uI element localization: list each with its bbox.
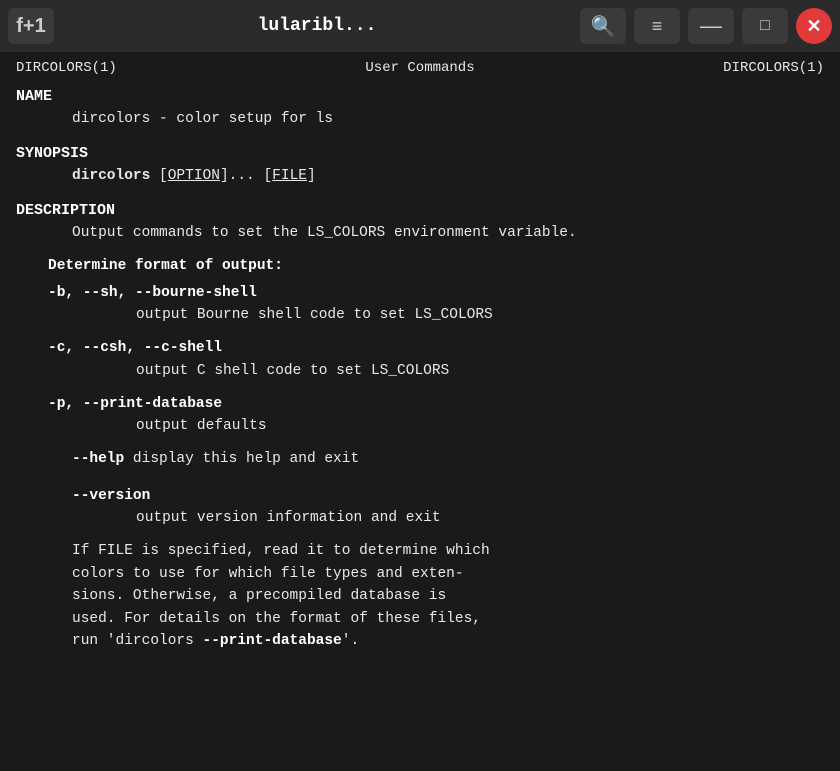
new-tab-button[interactable]: f+1 — [8, 8, 54, 44]
header-left: DIRCOLORS(1) — [16, 60, 117, 76]
option-b-flag: -b, --sh, --bourne-shell — [16, 282, 824, 305]
window-title: lularibl... — [62, 16, 572, 36]
man-page-content: DIRCOLORS(1) User Commands DIRCOLORS(1) … — [0, 52, 840, 771]
name-section: NAME dircolors - color setup for ls — [16, 88, 824, 131]
header-center: User Commands — [365, 60, 474, 76]
menu-button[interactable]: ≡ — [634, 8, 680, 44]
name-content: dircolors - color setup for ls — [16, 109, 824, 131]
maximize-button[interactable]: □ — [742, 8, 788, 44]
option-help-line: --help display this help and exit — [16, 448, 824, 471]
option-p-desc: output defaults — [16, 418, 824, 434]
name-title: NAME — [16, 88, 824, 105]
minimize-button[interactable]: — — [688, 8, 734, 44]
option-b-desc: output Bourne shell code to set LS_COLOR… — [16, 307, 824, 323]
option-c-desc: output C shell code to set LS_COLORS — [16, 363, 824, 379]
man-page-header: DIRCOLORS(1) User Commands DIRCOLORS(1) — [16, 60, 824, 76]
option-help-flag: --help — [72, 451, 124, 467]
description-paragraph: If FILE is specified, read it to determi… — [16, 540, 824, 652]
option-version-flag: --version — [16, 485, 824, 508]
description-intro: Output commands to set the LS_COLORS env… — [16, 223, 824, 245]
description-title: DESCRIPTION — [16, 202, 824, 219]
titlebar: f+1 lularibl... 🔍 ≡ — □ ✕ — [0, 0, 840, 52]
search-button[interactable]: 🔍 — [580, 8, 626, 44]
header-right: DIRCOLORS(1) — [723, 60, 824, 76]
option-p-flag: -p, --print-database — [16, 393, 824, 416]
synopsis-content: dircolors [OPTION]... [FILE] — [16, 166, 824, 188]
option-b-bold: -b, --sh, --bourne-shell — [48, 285, 257, 301]
option-c-bold: -c, --csh, --c-shell — [48, 340, 222, 356]
description-section: DESCRIPTION Output commands to set the L… — [16, 202, 824, 653]
synopsis-title: SYNOPSIS — [16, 145, 824, 162]
close-button[interactable]: ✕ — [796, 8, 832, 44]
option-c-flag: -c, --csh, --c-shell — [16, 337, 824, 360]
option-p-bold: -p, --print-database — [48, 396, 222, 412]
option-version-desc: output version information and exit — [16, 510, 824, 526]
synopsis-options: [OPTION]... [FILE] — [159, 168, 316, 184]
print-database-flag: --print-database — [203, 633, 342, 649]
option-help-desc: display this help and exit — [133, 451, 359, 467]
synopsis-section: SYNOPSIS dircolors [OPTION]... [FILE] — [16, 145, 824, 188]
determine-format-label: Determine format of output: — [16, 258, 824, 274]
synopsis-cmd: dircolors — [72, 168, 150, 184]
option-version-bold: --version — [72, 488, 150, 504]
